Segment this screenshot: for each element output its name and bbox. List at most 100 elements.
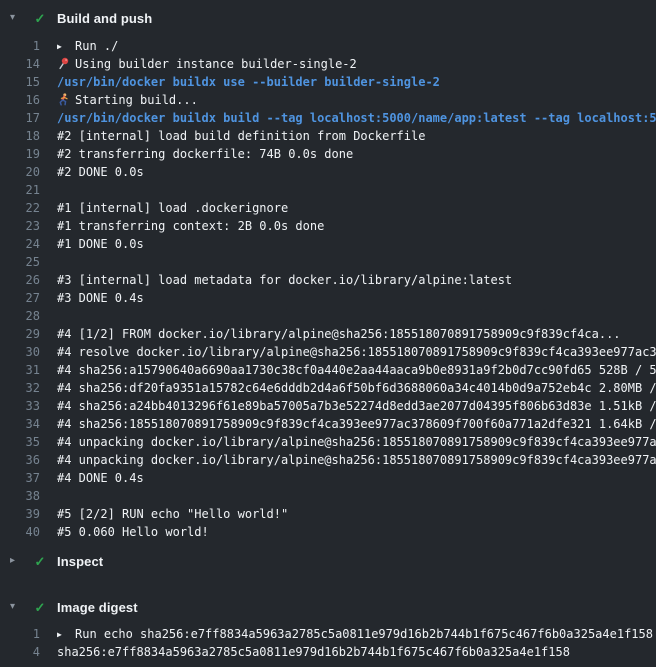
- log-line: 29 #4 [1/2] FROM docker.io/library/alpine…: [0, 325, 656, 343]
- success-check-icon: ✓: [32, 555, 48, 568]
- log-line: 27 #3 DONE 0.4s: [0, 289, 656, 307]
- log-line-content: [57, 487, 656, 505]
- log-line-content: #4 [1/2] FROM docker.io/library/alpine@s…: [57, 325, 656, 343]
- log-line-content: [57, 307, 656, 325]
- log-line-content: #1 DONE 0.0s: [57, 235, 656, 253]
- line-number[interactable]: 1: [0, 37, 40, 55]
- toggle-arrow-icon[interactable]: ▶: [57, 38, 75, 55]
- line-number[interactable]: 39: [0, 505, 40, 523]
- log-line-content: #2 DONE 0.0s: [57, 163, 656, 181]
- section-title: Build and push: [57, 11, 152, 26]
- log-line: 38: [0, 487, 656, 505]
- line-number[interactable]: 23: [0, 217, 40, 235]
- log-line: 28: [0, 307, 656, 325]
- section-inspect: ▸ ✓ Inspect: [0, 547, 656, 575]
- log-line: 1 ▶Run echo sha256:e7ff8834a5963a2785c5a0…: [0, 625, 656, 643]
- log-text: #4 DONE 0.4s: [57, 471, 144, 485]
- log-line-content: Using builder instance builder-single-2: [57, 55, 656, 73]
- log-text: #4 sha256:df20fa9351a15782c64e6dddb2d4a6…: [57, 381, 656, 395]
- log-lines: 1▶Run ./14Using builder instance builder…: [0, 32, 656, 547]
- line-number[interactable]: 20: [0, 163, 40, 181]
- log-text: /usr/bin/docker buildx use --builder bui…: [57, 75, 440, 89]
- log-line: 37 #4 DONE 0.4s: [0, 469, 656, 487]
- log-line: 23 #1 transferring context: 2B 0.0s done: [0, 217, 656, 235]
- log-line-content: #3 [internal] load metadata for docker.i…: [57, 271, 656, 289]
- log-line-content: #5 [2/2] RUN echo "Hello world!": [57, 505, 656, 523]
- log-line-content: #2 [internal] load build definition from…: [57, 127, 656, 145]
- log-text: #4 sha256:a15790640a6690aa1730c38cf0a440…: [57, 363, 656, 377]
- log-lines: 1 ▶Run echo sha256:e7ff8834a5963a2785c5a0…: [0, 621, 656, 667]
- line-number[interactable]: 28: [0, 307, 40, 325]
- log-text: Starting build...: [75, 93, 198, 107]
- line-number[interactable]: 25: [0, 253, 40, 271]
- log-text: #3 [internal] load metadata for docker.i…: [57, 273, 512, 287]
- log-line: 32 #4 sha256:df20fa9351a15782c64e6dddb2d4…: [0, 379, 656, 397]
- line-number[interactable]: 19: [0, 145, 40, 163]
- log-line-content: sha256:e7ff8834a5963a2785c5a0811e979d16b…: [57, 643, 656, 661]
- line-number[interactable]: 34: [0, 415, 40, 433]
- log-line-content: #4 sha256:185518070891758909c9f839cf4ca3…: [57, 415, 656, 433]
- log-line-content: [57, 253, 656, 271]
- log-line: 14 Using builder instance builder-single-…: [0, 55, 656, 73]
- line-number[interactable]: 38: [0, 487, 40, 505]
- line-number[interactable]: 21: [0, 181, 40, 199]
- log-text: #2 DONE 0.0s: [57, 165, 144, 179]
- line-number[interactable]: 17: [0, 109, 40, 127]
- log-line: 19 #2 transferring dockerfile: 74B 0.0s d…: [0, 145, 656, 163]
- log-line: 35#4 unpacking docker.io/library/alpine@…: [0, 433, 656, 451]
- log-text: #2 transferring dockerfile: 74B 0.0s don…: [57, 147, 353, 161]
- log-text: #4 [1/2] FROM docker.io/library/alpine@s…: [57, 327, 621, 341]
- section-header-inspect[interactable]: ▸ ✓ Inspect: [0, 547, 656, 575]
- runner-icon: [57, 91, 75, 109]
- line-number[interactable]: 14: [0, 55, 40, 73]
- log-text: Run echo sha256:e7ff8834a5963a2785c5a081…: [75, 627, 653, 641]
- line-number[interactable]: 33: [0, 397, 40, 415]
- log-line-content: #5 0.060 Hello world!: [57, 523, 656, 541]
- log-text: #3 DONE 0.4s: [57, 291, 144, 305]
- line-number[interactable]: 36: [0, 451, 40, 469]
- section-header-image-digest[interactable]: ▾✓Image digest: [0, 593, 656, 621]
- line-number[interactable]: 31: [0, 361, 40, 379]
- section-header-build-and-push[interactable]: ▾✓Build and push: [0, 4, 656, 32]
- toggle-arrow-icon[interactable]: ▶: [57, 626, 75, 643]
- line-number[interactable]: 29: [0, 325, 40, 343]
- log-line-content: #1 transferring context: 2B 0.0s done: [57, 217, 656, 235]
- log-line: 4 sha256:e7ff8834a5963a2785c5a0811e979d16…: [0, 643, 656, 661]
- line-number[interactable]: 22: [0, 199, 40, 217]
- line-number[interactable]: 24: [0, 235, 40, 253]
- line-number[interactable]: 26: [0, 271, 40, 289]
- log-line: 1▶Run ./: [0, 37, 656, 55]
- log-text: #4 resolve docker.io/library/alpine@sha2…: [57, 345, 656, 359]
- line-number[interactable]: 15: [0, 73, 40, 91]
- log-line: 24 #1 DONE 0.0s: [0, 235, 656, 253]
- log-line-content: /usr/bin/docker buildx build --tag local…: [57, 109, 656, 127]
- log-line: 16 Starting build...: [0, 91, 656, 109]
- log-line-content: [57, 181, 656, 199]
- log-text: #5 0.060 Hello world!: [57, 525, 209, 539]
- line-number[interactable]: 16: [0, 91, 40, 109]
- log-line: 36 #4 unpacking docker.io/library/alpine@…: [0, 451, 656, 469]
- log-text: #1 transferring context: 2B 0.0s done: [57, 219, 324, 233]
- line-number[interactable]: 32: [0, 379, 40, 397]
- section-title: Inspect: [57, 554, 103, 569]
- line-number[interactable]: 27: [0, 289, 40, 307]
- line-number[interactable]: 4: [0, 643, 40, 661]
- line-number[interactable]: 1: [0, 625, 40, 643]
- log-line-content: #4 sha256:a15790640a6690aa1730c38cf0a440…: [57, 361, 656, 379]
- log-line: 22#1 [internal] load .dockerignore: [0, 199, 656, 217]
- log-line-content: #4 unpacking docker.io/library/alpine@sh…: [57, 451, 656, 469]
- chevron-right-icon: ▸: [10, 556, 22, 566]
- log-text: #2 [internal] load build definition from…: [57, 129, 425, 143]
- log-line: 15/usr/bin/docker buildx use --builder b…: [0, 73, 656, 91]
- log-line-content: #4 sha256:a24bb4013296f61e89ba57005a7b3e…: [57, 397, 656, 415]
- log-text: #4 sha256:a24bb4013296f61e89ba57005a7b3e…: [57, 399, 656, 413]
- line-number[interactable]: 40: [0, 523, 40, 541]
- line-number[interactable]: 35: [0, 433, 40, 451]
- line-number[interactable]: 37: [0, 469, 40, 487]
- log-line: 17/usr/bin/docker buildx build --tag loc…: [0, 109, 656, 127]
- line-number[interactable]: 18: [0, 127, 40, 145]
- line-number[interactable]: 30: [0, 343, 40, 361]
- section-build-and-push: ▾✓Build and push1▶Run ./14Using builder …: [0, 4, 656, 547]
- log-line: 25: [0, 253, 656, 271]
- log-line: 26 #3 [internal] load metadata for docker…: [0, 271, 656, 289]
